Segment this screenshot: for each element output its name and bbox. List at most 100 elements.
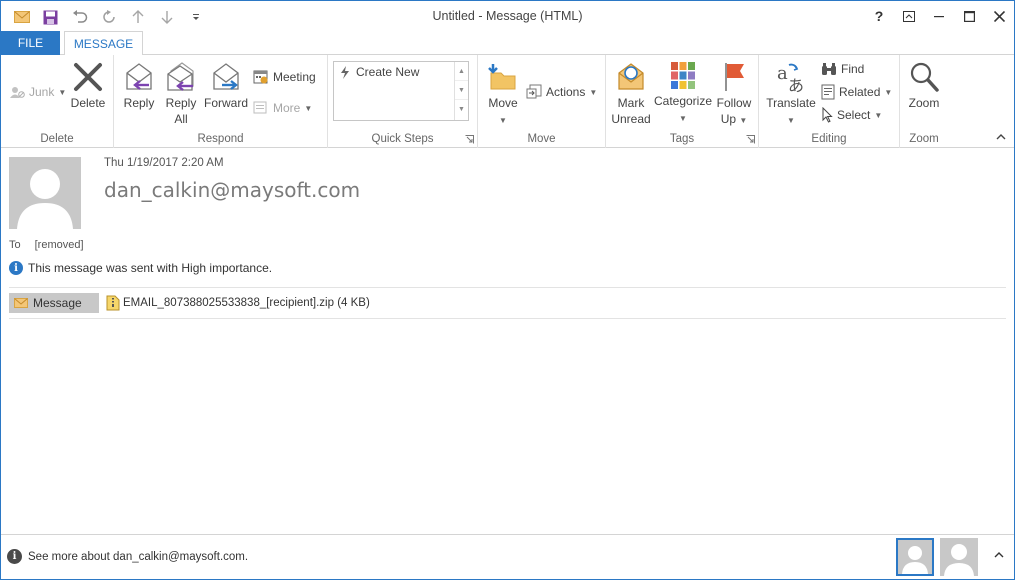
delete-button[interactable]: Delete bbox=[67, 61, 109, 111]
junk-button[interactable]: Junk ▼ bbox=[9, 82, 66, 102]
svg-text:あ: あ bbox=[788, 76, 804, 93]
reply-all-button[interactable]: Reply All bbox=[160, 61, 202, 127]
title-bar: Untitled - Message (HTML) ? bbox=[1, 1, 1014, 31]
mark-unread-label-line1: Mark bbox=[617, 96, 645, 110]
more-dropdown-icon: ▼ bbox=[304, 103, 313, 113]
message-chip-label: Message bbox=[33, 296, 82, 310]
help-button[interactable]: ? bbox=[864, 1, 894, 31]
scroll-down-icon[interactable]: ▼ bbox=[455, 81, 468, 100]
zoom-group: Zoom Zoom bbox=[900, 55, 948, 148]
attachment-file[interactable]: EMAIL_807388025533838_[recipient].zip (4… bbox=[106, 295, 370, 311]
reply-all-icon bbox=[167, 62, 194, 91]
see-more-link[interactable]: i See more about dan_calkin@maysoft.com. bbox=[7, 549, 248, 564]
reply-button[interactable]: Reply bbox=[118, 61, 160, 111]
scroll-up-icon[interactable]: ▲ bbox=[455, 62, 468, 81]
related-dropdown-icon: ▼ bbox=[884, 87, 893, 97]
people-pane-avatar[interactable] bbox=[940, 538, 978, 576]
tags-launcher-icon[interactable] bbox=[746, 135, 755, 144]
select-button[interactable]: Select ▼ bbox=[821, 105, 882, 125]
sender-avatar[interactable] bbox=[9, 157, 81, 229]
select-label: Select bbox=[837, 108, 871, 122]
more-button[interactable]: More ▼ bbox=[253, 98, 312, 118]
see-more-text: See more about dan_calkin@maysoft.com. bbox=[28, 550, 249, 563]
meeting-label: Meeting bbox=[273, 70, 316, 84]
move-button[interactable]: Move ▼ bbox=[483, 61, 523, 129]
create-new-label: Create New bbox=[356, 65, 420, 79]
respond-group: Reply Reply All Forward Meeting More ▼ R… bbox=[114, 55, 328, 148]
magnifier-icon bbox=[910, 62, 939, 92]
categorize-label: Categorize bbox=[653, 94, 713, 108]
ribbon: Junk ▼ Delete Delete Reply Reply All For… bbox=[1, 55, 1014, 148]
categorize-icon bbox=[671, 62, 695, 89]
find-button[interactable]: Find bbox=[821, 59, 864, 79]
more-respond-icon bbox=[253, 101, 267, 114]
reply-all-label-line2: All bbox=[174, 112, 188, 126]
forward-label: Forward bbox=[203, 96, 248, 110]
person-placeholder-icon bbox=[17, 169, 73, 229]
respond-group-label: Respond bbox=[197, 133, 244, 145]
info-icon: i bbox=[9, 261, 23, 275]
delete-group: Junk ▼ Delete Delete bbox=[1, 55, 114, 148]
delete-label: Delete bbox=[70, 96, 106, 110]
quick-steps-launcher-icon[interactable] bbox=[465, 135, 474, 144]
attachment-row: Message EMAIL_807388025533838_[recipient… bbox=[9, 293, 370, 313]
mark-unread-icon bbox=[618, 63, 644, 90]
editing-group-label: Editing bbox=[811, 133, 847, 145]
sender-address[interactable]: dan_calkin@maysoft.com bbox=[104, 178, 360, 202]
svg-text:a: a bbox=[777, 63, 788, 84]
expand-people-pane-icon[interactable] bbox=[994, 549, 1004, 561]
tags-group-label: Tags bbox=[669, 133, 695, 145]
actions-button[interactable]: Actions ▼ bbox=[526, 82, 597, 102]
ribbon-tabs: FILE MESSAGE bbox=[1, 31, 1014, 56]
people-pane: i See more about dan_calkin@maysoft.com. bbox=[1, 534, 1014, 579]
zoom-button[interactable]: Zoom bbox=[903, 61, 945, 111]
collapse-ribbon-icon[interactable] bbox=[996, 131, 1006, 143]
forward-icon bbox=[213, 63, 239, 90]
minimize-icon[interactable] bbox=[924, 1, 954, 31]
junk-icon bbox=[10, 87, 25, 98]
categorize-button[interactable]: Categorize ▼ bbox=[653, 61, 713, 127]
message-date: Thu 1/19/2017 2:20 AM bbox=[104, 157, 224, 169]
mark-unread-button[interactable]: Mark Unread bbox=[608, 61, 654, 127]
move-label: Move bbox=[488, 96, 518, 110]
window-title: Untitled - Message (HTML) bbox=[432, 9, 583, 23]
to-value[interactable]: [removed] bbox=[35, 239, 84, 251]
actions-label: Actions bbox=[546, 85, 586, 99]
related-button[interactable]: Related ▼ bbox=[821, 82, 892, 102]
find-label: Find bbox=[841, 62, 865, 76]
window-controls: ? bbox=[864, 1, 1014, 31]
reply-icon bbox=[126, 63, 152, 90]
move-group: Move ▼ Actions ▼ Move bbox=[478, 55, 606, 148]
follow-up-line2: Up ▼ bbox=[713, 111, 755, 129]
message-body-chip[interactable]: Message bbox=[9, 293, 99, 313]
junk-label: Junk bbox=[29, 85, 55, 99]
translate-button[interactable]: aあ Translate ▼ bbox=[763, 61, 819, 129]
info-icon: i bbox=[7, 549, 22, 564]
create-new-quick-step[interactable]: Create New bbox=[340, 65, 419, 79]
move-group-label: Move bbox=[527, 133, 556, 145]
divider bbox=[9, 318, 1006, 319]
close-icon[interactable] bbox=[984, 1, 1014, 31]
mark-unread-label-line2: Unread bbox=[611, 112, 651, 126]
ribbon-display-options-icon[interactable] bbox=[894, 1, 924, 31]
tab-message[interactable]: MESSAGE bbox=[64, 31, 143, 56]
reply-all-label-line1: Reply bbox=[165, 96, 197, 110]
tab-file[interactable]: FILE bbox=[1, 31, 60, 55]
forward-button[interactable]: Forward bbox=[202, 61, 250, 111]
follow-up-button[interactable]: Follow Up ▼ bbox=[713, 61, 755, 129]
gallery-expand-icon[interactable]: ▼ bbox=[455, 100, 468, 119]
quick-steps-scrollbar[interactable]: ▲ ▼ ▼ bbox=[454, 62, 468, 120]
follow-up-label-line1: Follow bbox=[716, 96, 752, 110]
translate-icon: aあ bbox=[777, 63, 804, 93]
flag-icon bbox=[725, 63, 744, 91]
translate-label: Translate bbox=[766, 96, 816, 110]
people-pane-avatar-selected[interactable] bbox=[896, 538, 934, 576]
maximize-icon[interactable] bbox=[954, 1, 984, 31]
quick-steps-gallery: Create New ▲ ▼ ▼ bbox=[333, 61, 469, 121]
related-label: Related bbox=[839, 85, 881, 99]
follow-up-label-line2: Up bbox=[720, 112, 737, 126]
actions-dropdown-icon: ▼ bbox=[589, 87, 598, 97]
tags-group: Mark Unread Categorize ▼ Follow Up ▼ Tag… bbox=[606, 55, 759, 148]
meeting-button[interactable]: Meeting bbox=[253, 67, 316, 87]
person-placeholder-icon bbox=[902, 546, 928, 574]
